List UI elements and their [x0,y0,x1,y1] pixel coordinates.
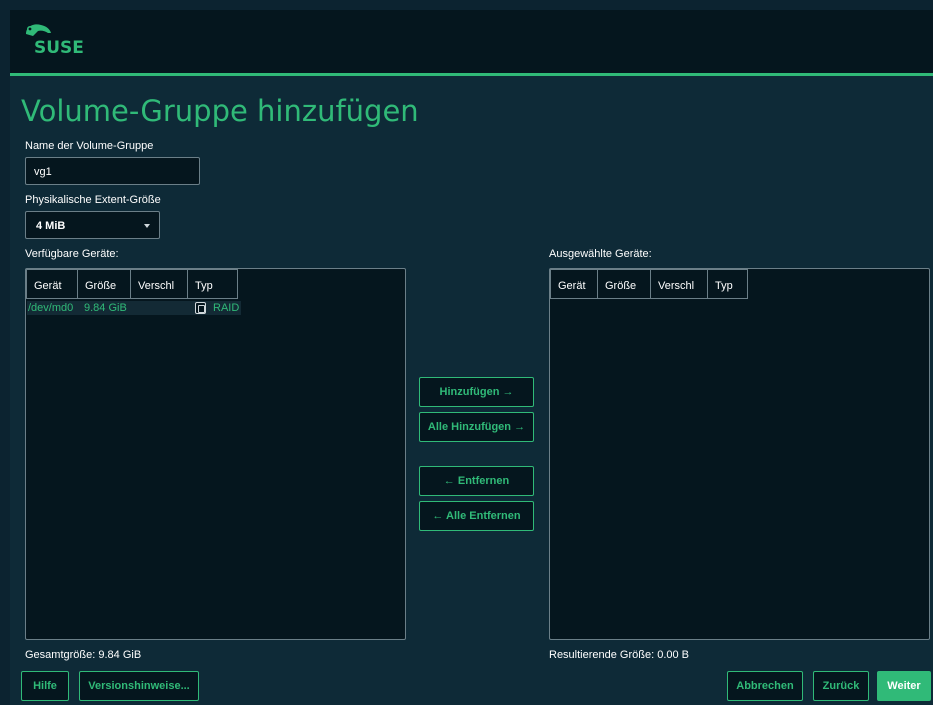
total-size-label: Gesamtgröße: 9.84 GiB [25,649,142,661]
column-header-type[interactable]: Typ [707,269,748,299]
vg-name-field[interactable]: vg1 [25,157,200,185]
vg-name-label: Name der Volume-Gruppe [25,140,154,152]
table-header: Gerät Größe Verschl Typ [26,269,238,299]
table-row[interactable]: /dev/md0 9.84 GiB RAID [27,301,241,315]
cell-device: /dev/md0 [28,302,74,314]
column-header-size[interactable]: Größe [597,269,651,299]
available-devices-label: Verfügbare Geräte: [25,248,119,260]
cell-type: RAID [213,302,240,314]
add-all-button[interactable]: Alle Hinzufügen → [419,412,534,442]
raid-icon [195,302,206,314]
release-notes-button[interactable]: Versionshinweise... [79,671,199,701]
table-header: Gerät Größe Verschl Typ [550,269,748,299]
column-header-type[interactable]: Typ [187,269,238,299]
page-title: Volume-Gruppe hinzufügen [21,94,419,128]
extent-size-label: Physikalische Extent-Größe [25,194,161,206]
column-header-device[interactable]: Gerät [550,269,598,299]
selected-devices-table[interactable]: Gerät Größe Verschl Typ [549,268,930,640]
add-button[interactable]: Hinzufügen → [419,377,534,407]
selected-devices-label: Ausgewählte Geräte: [549,248,652,260]
chevron-down-icon [144,224,150,228]
logo-text: SUSE [34,38,84,58]
back-button[interactable]: Zurück [813,671,869,701]
resulting-size-label: Resultierende Größe: 0.00 B [549,649,690,661]
cell-size: 9.84 GiB [84,302,127,314]
remove-button[interactable]: ← Entfernen [419,466,534,496]
abort-button[interactable]: Abbrechen [727,671,803,701]
column-header-encrypted[interactable]: Verschl [650,269,708,299]
column-header-device[interactable]: Gerät [26,269,78,299]
help-button[interactable]: Hilfe [21,671,69,701]
extent-size-select[interactable]: 4 MiB [25,211,160,239]
column-header-size[interactable]: Größe [77,269,131,299]
header-bar [10,10,933,73]
next-button[interactable]: Weiter [877,671,931,701]
column-header-encrypted[interactable]: Verschl [130,269,188,299]
remove-all-button[interactable]: ← Alle Entfernen [419,501,534,531]
available-devices-table[interactable]: Gerät Größe Verschl Typ /dev/md0 9.84 Gi… [25,268,406,640]
extent-size-value: 4 MiB [36,220,66,232]
